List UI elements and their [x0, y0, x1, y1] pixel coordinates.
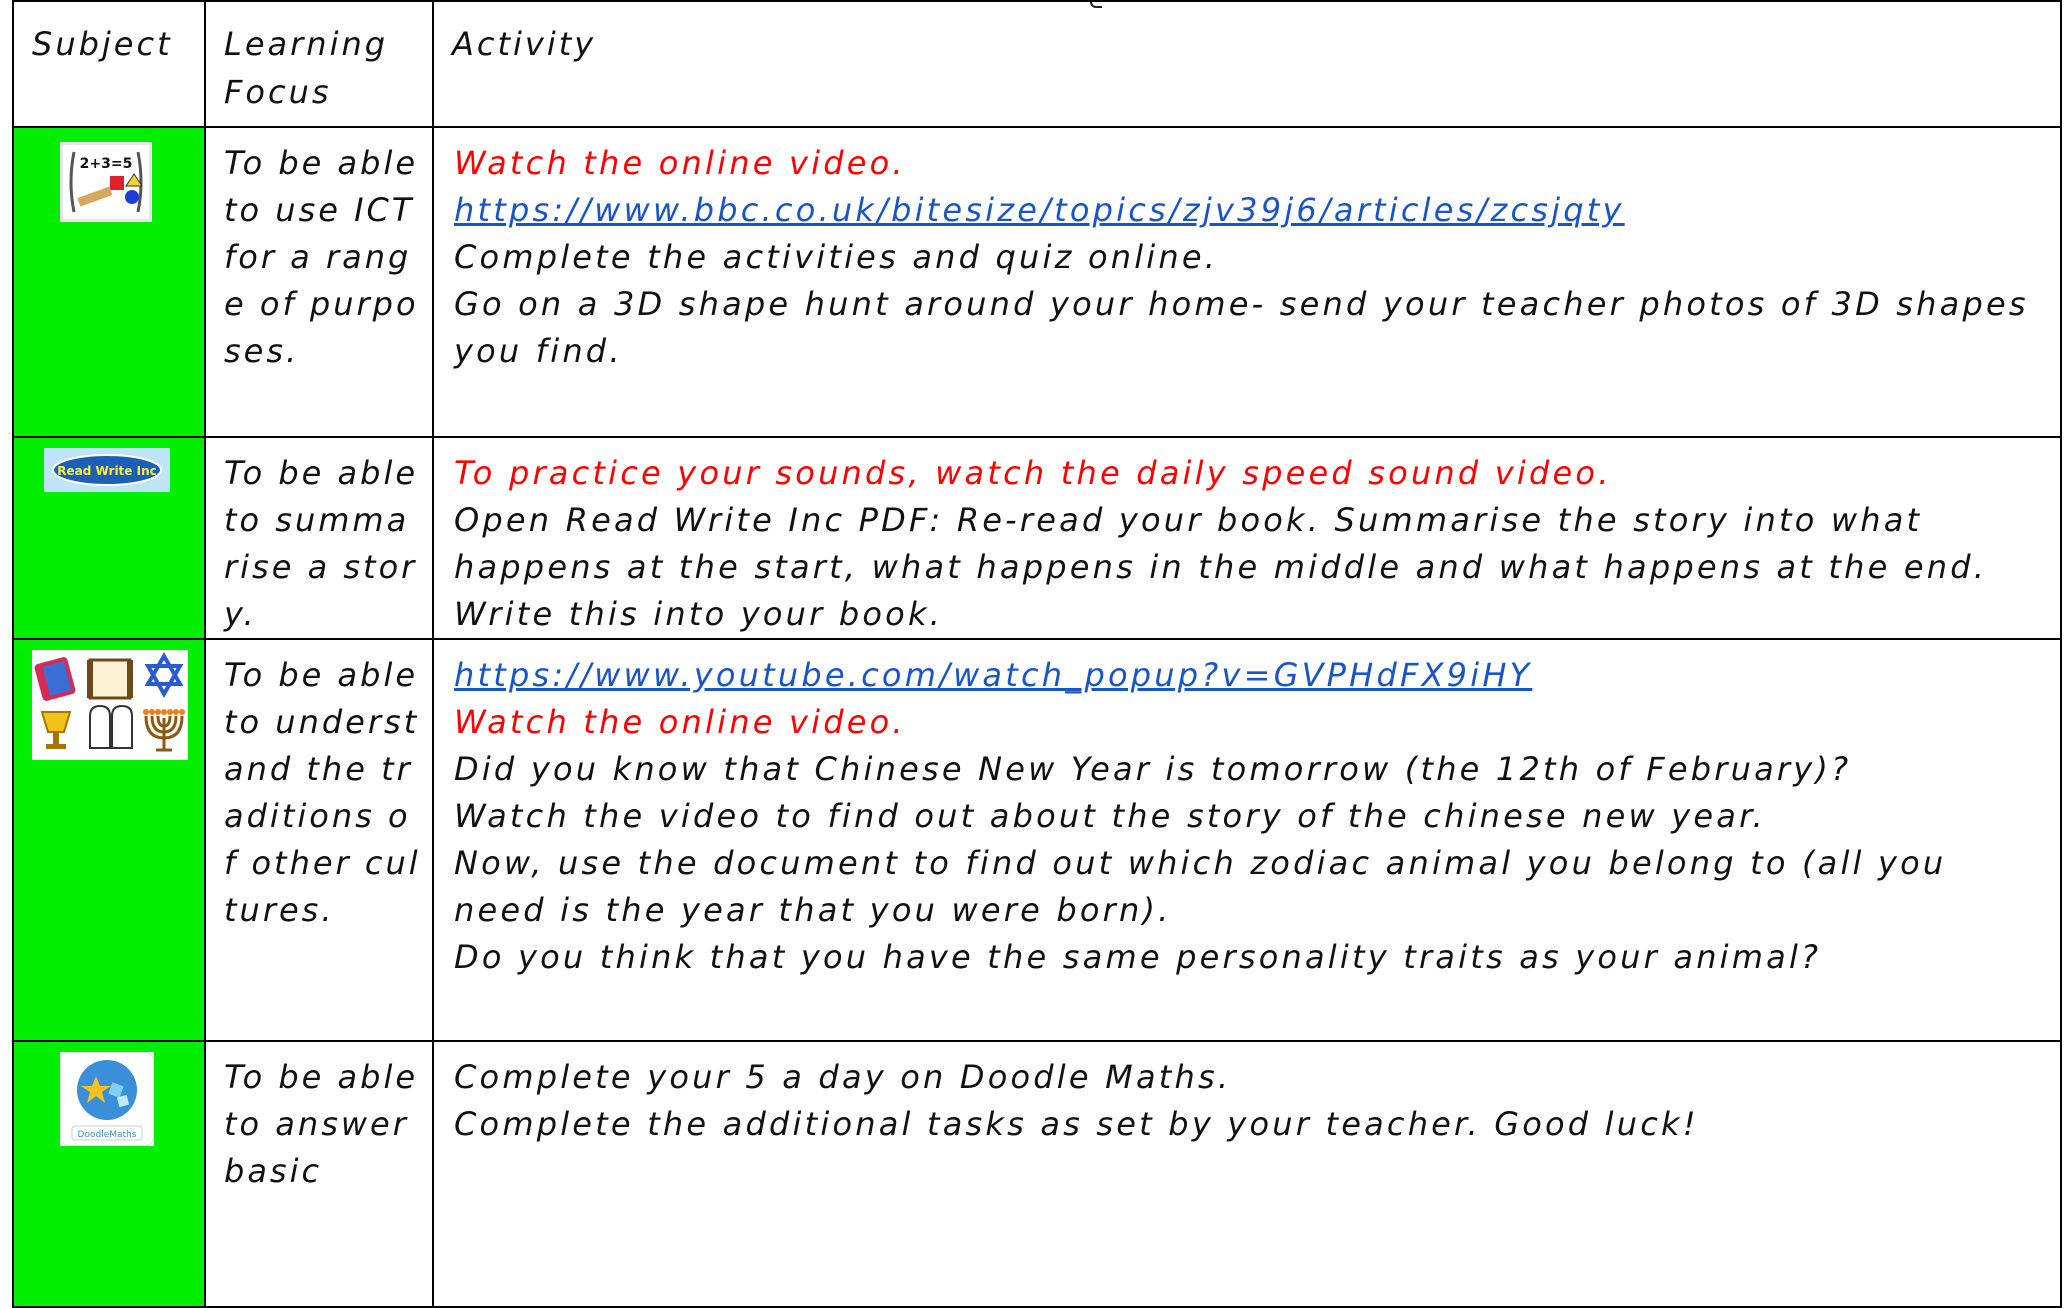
doodle-maths-icon: DoodleMaths: [59, 1051, 155, 1147]
activity-line: Now, use the document to find out which …: [454, 844, 1947, 929]
header-focus-line2: Focus: [224, 73, 332, 111]
activity-line: Complete your 5 a day on Doodle Maths.: [454, 1058, 1232, 1096]
youtube-video-link[interactable]: https://www.youtube.com/watch_popup?v=GV…: [454, 652, 2048, 699]
activity-line: Watch the video to find out about the st…: [454, 797, 1766, 835]
focus-cell: To be able to answer basic: [204, 1040, 434, 1308]
maths-icon-sum: 2+3=5: [80, 156, 133, 172]
activity-cell: To practice your sounds, watch the daily…: [432, 436, 2062, 640]
world-faiths-icon: [32, 650, 188, 760]
focus-text: To be able to answer basic: [224, 1058, 419, 1190]
header-subject-label: Subject: [32, 25, 173, 63]
table-row: DoodleMaths To be able to answer basic C…: [12, 1040, 2062, 1308]
table-row: To be able to understand the traditions …: [12, 638, 2062, 1042]
focus-cell: To be able to use ICT for a range of pur…: [204, 126, 434, 438]
activity-cell: https://www.youtube.com/watch_popup?v=GV…: [432, 638, 2062, 1042]
header-activity-label: Activity: [452, 25, 597, 63]
table-header-row: Subject Learning Focus Activity: [12, 0, 2062, 128]
header-learning-focus: Learning Focus: [204, 0, 434, 128]
activity-line: Complete the additional tasks as set by …: [454, 1105, 1699, 1143]
instruction-watch-video: Watch the online video.: [454, 703, 906, 741]
activity-line: Did you know that Chinese New Year is to…: [454, 750, 1852, 788]
header-focus-line1: Learning: [224, 25, 389, 63]
activity-line: Complete the activities and quiz online.: [454, 238, 1219, 276]
activity-line: Go on a 3D shape hunt around your home- …: [454, 285, 2029, 370]
read-write-inc-icon: Read Write Inc: [44, 448, 170, 492]
subject-cell-religious-education: [12, 638, 206, 1042]
maths-shapes-icon: 2+3=5: [60, 142, 152, 222]
rwi-icon-text: Read Write Inc: [57, 464, 156, 478]
table-row: Read Write Inc To be able to summarise a…: [12, 436, 2062, 640]
activity-line: Open Read Write Inc PDF: Re-read your bo…: [454, 501, 1988, 633]
focus-text: To be able to use ICT for a range of pur…: [224, 144, 419, 370]
subject-cell-phonics: Read Write Inc: [12, 436, 206, 640]
instruction-watch-video: Watch the online video.: [454, 144, 906, 182]
focus-text: To be able to understand the traditions …: [224, 656, 421, 929]
subject-cell-doodle-maths: DoodleMaths: [12, 1040, 206, 1308]
bbc-bitesize-link[interactable]: https://www.bbc.co.uk/bitesize/topics/zj…: [454, 187, 2048, 234]
instruction-speed-sounds: To practice your sounds, watch the daily…: [454, 454, 1612, 492]
header-activity: Activity: [432, 0, 2062, 128]
activity-cell: Complete your 5 a day on Doodle Maths. C…: [432, 1040, 2062, 1308]
table-row: 2+3=5 To be able to use ICT for a range …: [12, 126, 2062, 438]
header-subject: Subject: [12, 0, 206, 128]
focus-text: To be able to summarise a story.: [224, 454, 419, 633]
focus-cell: To be able to understand the traditions …: [204, 638, 434, 1042]
activity-line: Do you think that you have the same pers…: [454, 938, 1822, 976]
focus-cell: To be able to summarise a story.: [204, 436, 434, 640]
learning-plan-table: Subject Learning Focus Activity 2+3=5 To…: [12, 0, 2062, 1308]
subject-cell-maths: 2+3=5: [12, 126, 206, 438]
doodle-icon-text: DoodleMaths: [78, 1130, 137, 1140]
activity-cell: Watch the online video. https://www.bbc.…: [432, 126, 2062, 438]
